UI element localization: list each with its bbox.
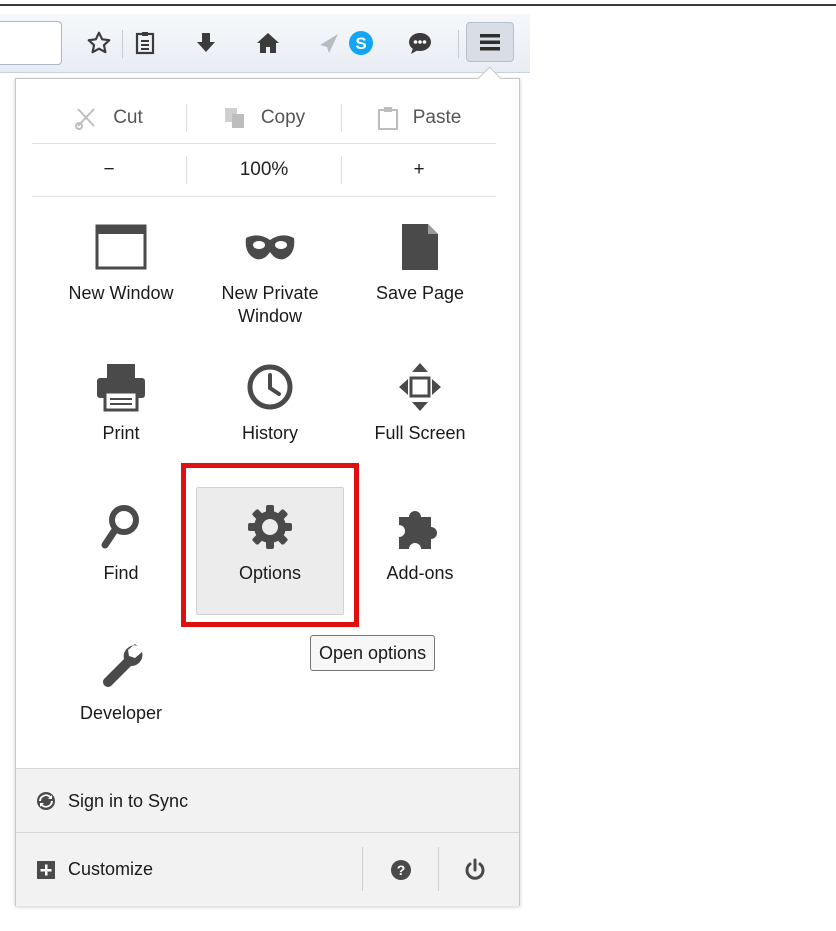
item-label: Save Page [375,283,465,303]
paste-label: Paste [412,107,462,128]
wrench-icon [103,644,143,687]
bookmarks-list-icon[interactable] [130,28,160,58]
home-icon[interactable] [253,28,283,58]
svg-text:S: S [355,34,366,53]
item-label: New Private Window [221,283,319,326]
magnifier-icon [101,505,139,549]
footer-separator [438,847,439,891]
help-icon: ? [391,860,411,880]
customize-footer: Customize ? [16,832,519,906]
toolbar-separator [458,30,459,58]
add-ons-button[interactable]: Add-ons [344,498,496,628]
page-icon [402,224,438,270]
zoom-reset-button[interactable]: 100% [187,144,341,196]
svg-text:?: ? [397,862,406,878]
browser-toolbar: S [0,14,530,73]
copy-label: Copy [260,107,306,128]
top-border-line [0,4,836,6]
scissors-icon [75,108,95,130]
customize-button[interactable]: Customize [36,833,153,906]
annotation-highlight-box [181,463,359,627]
chat-bubble-icon[interactable] [405,28,435,58]
item-label: History [241,423,298,443]
options-tooltip: Open options [310,635,436,671]
paste-button[interactable]: Paste [342,92,496,144]
new-private-window-button[interactable]: New Private Window [194,218,346,348]
clipboard-icon [377,107,398,130]
cut-button[interactable]: Cut [32,92,186,144]
full-screen-button[interactable]: Full Screen [344,358,496,488]
hamburger-icon [480,34,500,51]
copy-button[interactable]: Copy [187,92,341,144]
customize-label: Customize [68,859,154,879]
clock-icon [247,364,293,410]
zoom-out-button[interactable]: − [32,144,186,196]
send-arrow-icon[interactable] [314,28,344,58]
mask-icon [245,235,295,260]
bookmark-star-icon[interactable] [84,28,114,58]
print-button[interactable]: Print [45,358,197,488]
zoom-in-button[interactable]: + [342,144,496,196]
new-window-button[interactable]: New Window [45,218,197,348]
edit-controls: Cut Copy Paste [32,92,496,144]
developer-button[interactable]: Developer [45,638,197,768]
item-label: Print [102,423,140,443]
item-label: Developer [79,703,163,723]
puzzle-icon [399,511,437,549]
find-button[interactable]: Find [45,498,197,628]
zoom-controls: − 100% + [32,144,496,196]
url-bar[interactable] [0,21,62,65]
divider [32,196,496,197]
item-label: Find [103,563,139,583]
save-page-button[interactable]: Save Page [344,218,496,348]
footer-separator [362,847,363,891]
printer-icon [97,364,145,412]
skype-icon[interactable]: S [346,28,376,58]
window-icon [95,224,147,270]
copy-icon [224,108,244,128]
item-label: Add-ons [386,563,454,583]
quit-button[interactable] [460,855,490,885]
item-label: New Window [68,283,174,303]
help-button[interactable]: ? [386,855,416,885]
power-icon [465,858,485,880]
cut-label: Cut [113,107,143,128]
downloads-icon[interactable] [191,28,221,58]
hamburger-menu-button[interactable] [466,22,514,62]
toolbar-separator [122,30,123,58]
fullscreen-icon [399,363,441,411]
item-label: Full Screen [374,423,466,443]
sync-footer[interactable]: Sign in to Sync [16,768,519,833]
sync-label: Sign in to Sync [68,790,189,811]
sync-icon [37,792,55,810]
plus-box-icon [37,860,55,879]
